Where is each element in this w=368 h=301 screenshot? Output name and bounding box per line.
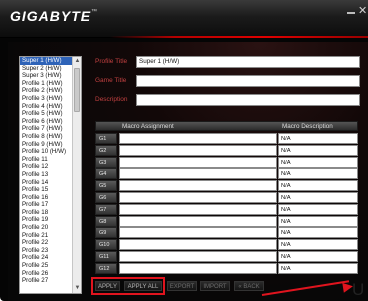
macro-key-label: G8 <box>95 215 117 227</box>
macro-table-header: Macro Assignment Macro Description <box>95 121 358 131</box>
macro-key-label: G2 <box>95 144 117 156</box>
back-button[interactable]: « BACK <box>234 281 264 291</box>
macro-description-cell[interactable]: N/A <box>278 144 358 156</box>
macro-table-row: G3 N/A <box>95 156 358 169</box>
macro-assignment-cell[interactable] <box>119 156 277 168</box>
macro-table-row: G8 N/A <box>95 215 358 228</box>
macro-description-cell[interactable]: N/A <box>278 251 358 262</box>
gigabyte-logo: GIGABYTE <box>10 8 92 24</box>
macro-key-label: G3 <box>95 156 117 168</box>
profile-title-label: Profile Title <box>95 58 128 65</box>
macro-table-row: G9 N/A <box>95 227 358 239</box>
minimize-button[interactable] <box>347 12 355 14</box>
profile-list-scrollbar[interactable]: ▲ ▼ <box>72 57 81 293</box>
macro-key-label: G12 <box>95 262 117 274</box>
macro-key-label: G9 <box>95 227 117 239</box>
profile-list[interactable]: Super 1 (H/W) Super 2 (H/W) Super 3 (H/W) P… <box>19 56 82 294</box>
macro-description-cell[interactable]: N/A <box>278 262 358 274</box>
trademark-mark: ™ <box>91 9 97 15</box>
profile-title-input[interactable]: Super 1 (H/W) <box>136 56 360 68</box>
macro-assignment-cell[interactable] <box>119 251 277 262</box>
macro-description-cell[interactable]: N/A <box>278 180 358 192</box>
macro-table-row: G5 N/A <box>95 180 358 192</box>
apply-highlight-box <box>91 277 165 295</box>
macro-assignment-cell[interactable] <box>119 203 277 215</box>
macro-key-label: G1 <box>95 133 117 144</box>
scroll-down-arrow-icon[interactable]: ▼ <box>74 285 81 292</box>
macro-description-cell[interactable]: N/A <box>278 227 358 239</box>
macro-key-label: G5 <box>95 180 117 192</box>
callout-text: U <box>352 280 365 299</box>
macro-key-label: G4 <box>95 168 117 180</box>
macro-assignment-cell[interactable] <box>119 168 277 180</box>
macro-assignment-cell[interactable] <box>119 133 277 144</box>
macro-description-cell[interactable]: N/A <box>278 133 358 144</box>
macro-assignment-cell[interactable] <box>119 239 277 251</box>
macro-table-row: G6 N/A <box>95 192 358 204</box>
title-bar[interactable]: GIGABYTE ™ ✕ <box>0 0 368 38</box>
title-accent-line <box>110 36 368 38</box>
game-title-input[interactable] <box>136 75 360 87</box>
scroll-thumb[interactable] <box>74 68 80 112</box>
macro-key-label: G10 <box>95 239 117 251</box>
macro-table-row: G2 N/A <box>95 144 358 157</box>
game-title-label: Game Title <box>95 77 127 84</box>
macro-key-label: G7 <box>95 203 117 215</box>
macro-description-cell[interactable]: N/A <box>278 168 358 180</box>
macro-table-row: G10 N/A <box>95 239 358 251</box>
scroll-up-arrow-icon[interactable]: ▲ <box>74 58 81 65</box>
macro-description-header: Macro Description <box>282 123 333 130</box>
macro-table-row: G11 N/A <box>95 251 358 263</box>
macro-assignment-header: Macro Assignment <box>122 123 174 130</box>
macro-description-cell[interactable]: N/A <box>278 156 358 168</box>
macro-assignment-cell[interactable] <box>119 192 277 203</box>
import-button[interactable]: IMPORT <box>200 281 230 291</box>
macro-key-label: G11 <box>95 251 117 262</box>
macro-assignment-cell[interactable] <box>119 180 277 192</box>
macro-table-row: G12 N/A <box>95 262 358 275</box>
macro-description-cell[interactable]: N/A <box>278 192 358 203</box>
macro-description-cell[interactable]: N/A <box>278 215 358 227</box>
macro-assignment-cell[interactable] <box>119 144 277 156</box>
description-label: Description <box>95 96 128 103</box>
macro-assignment-cell[interactable] <box>119 227 277 239</box>
app-window: GIGABYTE ™ ✕ Super 1 (H/W) Super 2 (H/W) S… <box>0 0 368 301</box>
macro-assignment-cell[interactable] <box>119 262 277 274</box>
macro-key-label: G6 <box>95 192 117 203</box>
macro-description-cell[interactable]: N/A <box>278 239 358 251</box>
macro-assignment-cell[interactable] <box>119 215 277 227</box>
export-button[interactable]: EXPORT <box>167 281 197 291</box>
macro-table-row: G4 N/A <box>95 168 358 180</box>
description-input[interactable] <box>136 94 360 106</box>
close-button[interactable]: ✕ <box>358 6 367 17</box>
macro-table-row: G7 N/A <box>95 203 358 216</box>
macro-description-cell[interactable]: N/A <box>278 203 358 215</box>
macro-table-row: G1 N/A <box>95 133 358 145</box>
